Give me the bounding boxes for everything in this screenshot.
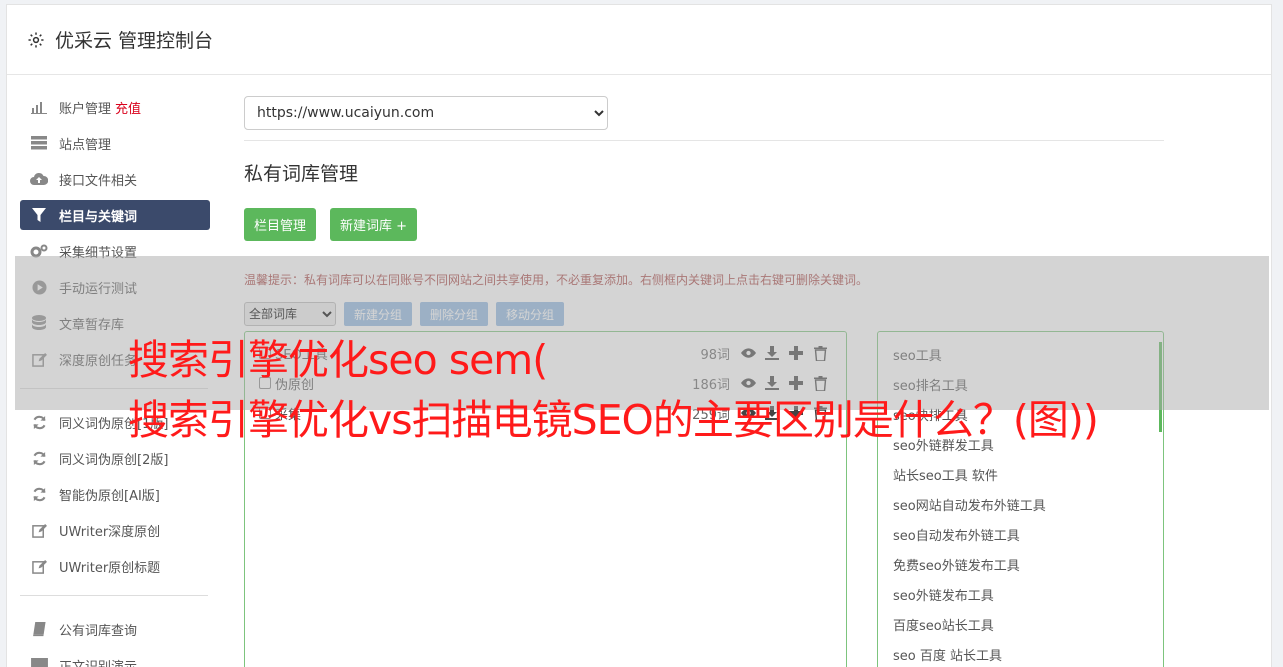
divider bbox=[244, 140, 1164, 141]
sidebar-item-account[interactable]: 账户管理 充值 bbox=[20, 92, 210, 122]
page-title: 优采云 管理控制台 bbox=[55, 30, 214, 52]
sidebar-item-synonym-v2[interactable]: 同义词伪原创[2版] bbox=[20, 443, 210, 473]
sidebar-item-label: UWriter原创标题 bbox=[59, 560, 161, 576]
sidebar-item-label: 公有词库查询 bbox=[59, 623, 138, 639]
keyword-item[interactable]: seo外链发布工具 bbox=[878, 582, 1163, 612]
sidebar-item-label: 站点管理 bbox=[59, 137, 112, 153]
sidebar-item-label: 同义词伪原创[2版] bbox=[59, 452, 169, 468]
gear-icon bbox=[28, 32, 44, 47]
cloud-upload-icon bbox=[30, 170, 48, 188]
overlay-band bbox=[15, 256, 1269, 410]
overlay-title-line2: 搜索引擎优化vs扫描电镜SEO的主要区别是什么？(图)) bbox=[128, 396, 1099, 444]
monitor-icon bbox=[30, 656, 48, 667]
sidebar-item-label: 正文识别演示 bbox=[59, 659, 138, 667]
keyword-item[interactable]: 站长seo工具 软件 bbox=[878, 462, 1163, 492]
edit-icon bbox=[30, 521, 48, 539]
keyword-item[interactable]: seo 百度 站长工具 bbox=[878, 642, 1163, 667]
sidebar-item-public-lib[interactable]: 公有词库查询 bbox=[20, 614, 210, 644]
sidebar-item-interface[interactable]: 接口文件相关 bbox=[20, 164, 210, 194]
sidebar-item-label: 接口文件相关 bbox=[59, 173, 138, 189]
site-select[interactable]: https://www.ucaiyun.com bbox=[244, 96, 608, 130]
refresh-icon bbox=[30, 485, 48, 503]
refresh-icon bbox=[30, 413, 48, 431]
section-title: 私有词库管理 bbox=[244, 163, 359, 185]
overlay-title-line1: 搜索引擎优化seo sem( bbox=[128, 336, 548, 384]
sidebar-item-label: 栏目与关键词 bbox=[59, 209, 138, 225]
action-buttons: 栏目管理 新建词库 + bbox=[244, 208, 1164, 241]
sidebar-item-ai-original[interactable]: 智能伪原创[AI版] bbox=[20, 479, 210, 509]
keyword-item[interactable]: seo自动发布外链工具 bbox=[878, 522, 1163, 552]
filter-icon bbox=[30, 206, 48, 224]
keyword-item[interactable]: seo网站自动发布外链工具 bbox=[878, 492, 1163, 522]
sidebar-item-label: 智能伪原创[AI版] bbox=[59, 488, 160, 504]
sidebar-item-columns-keywords[interactable]: 栏目与关键词 bbox=[20, 200, 210, 230]
new-lib-button[interactable]: 新建词库 + bbox=[330, 208, 418, 241]
top-bar: 优采云 管理控制台 bbox=[7, 5, 1271, 75]
column-manage-button[interactable]: 栏目管理 bbox=[244, 208, 317, 241]
edit-icon bbox=[30, 557, 48, 575]
bar-chart-icon bbox=[30, 98, 48, 116]
sidebar-divider bbox=[20, 595, 208, 596]
sidebar-item-text-recognition[interactable]: 正文识别演示 bbox=[20, 650, 210, 667]
refresh-icon bbox=[30, 449, 48, 467]
sidebar-item-sites[interactable]: 站点管理 bbox=[20, 128, 210, 158]
recharge-link[interactable]: 充值 bbox=[115, 98, 141, 117]
sidebar-item-label: UWriter深度原创 bbox=[59, 524, 161, 540]
server-icon bbox=[30, 134, 48, 152]
sidebar-item-uwriter-deep[interactable]: UWriter深度原创 bbox=[20, 515, 210, 545]
keyword-item[interactable]: 免费seo外链发布工具 bbox=[878, 552, 1163, 582]
book-icon bbox=[30, 620, 48, 638]
sidebar-item-uwriter-title[interactable]: UWriter原创标题 bbox=[20, 551, 210, 581]
keyword-item[interactable]: 百度seo站长工具 bbox=[878, 612, 1163, 642]
sidebar-item-label: 账户管理 bbox=[59, 101, 112, 117]
